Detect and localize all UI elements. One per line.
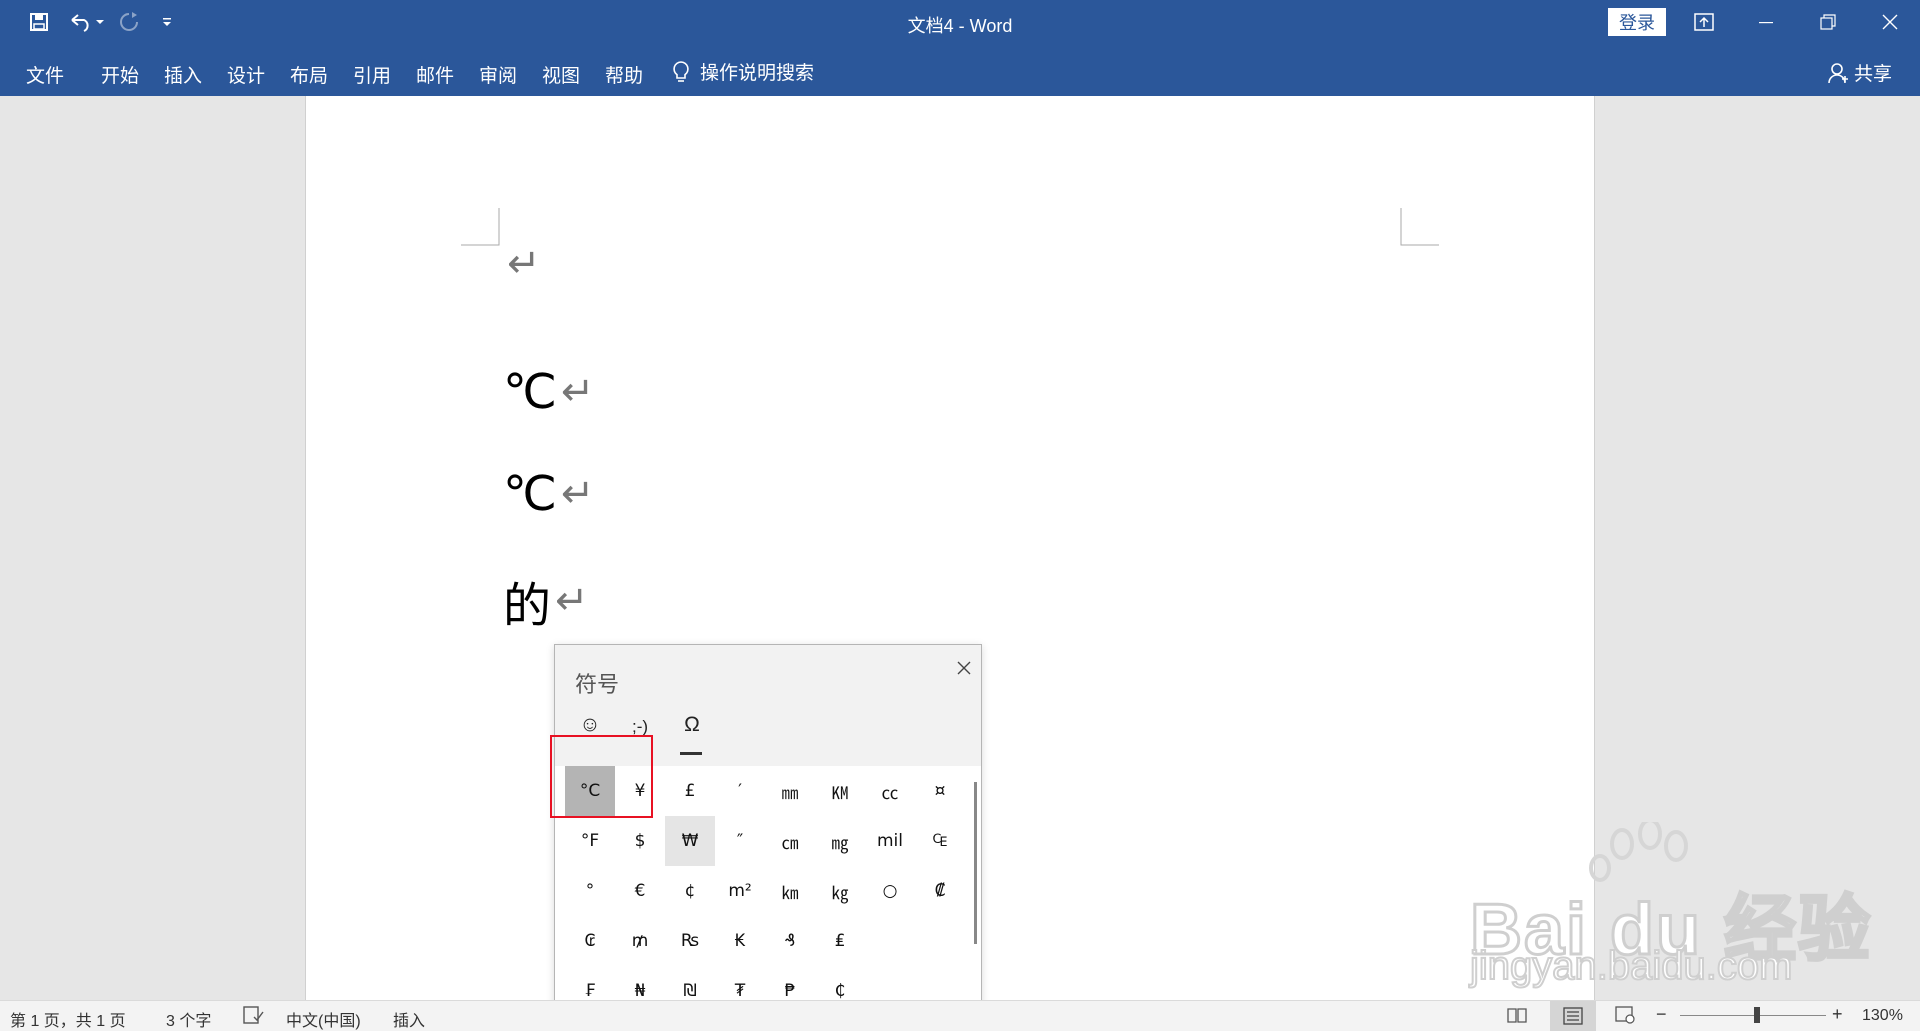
tab-home[interactable]: 开始 [101,61,139,88]
symbol-cell[interactable]: mil [865,816,915,866]
tab-review[interactable]: 审阅 [479,61,517,88]
paragraph-celsius-2[interactable]: ℃ ↵ [503,466,594,522]
symbol-cell[interactable]: ₥ [615,916,665,966]
symbol-cell[interactable]: °C [565,766,615,816]
web-layout-icon[interactable] [1614,1005,1636,1025]
symbol-cell[interactable]: ₤ [815,916,865,966]
symbol-cell[interactable]: ㎏ [815,866,865,916]
read-mode-icon[interactable] [1506,1005,1528,1025]
print-layout-button[interactable] [1550,1001,1596,1031]
symbol-cell[interactable]: ㏎ [815,766,865,816]
tab-insert[interactable]: 插入 [164,61,202,88]
symbol-cell[interactable]: ₩ [665,816,715,866]
symbol-cell[interactable]: °F [565,816,615,866]
symbol-cell[interactable]: £ [665,766,715,816]
tab-layout[interactable]: 布局 [290,61,328,88]
panel-close-icon[interactable] [951,655,977,681]
symbol-cell[interactable]: ₰ [765,916,815,966]
redo-icon[interactable] [116,10,142,34]
crop-mark-left [461,208,500,246]
symbol-cell[interactable]: ′ [715,766,765,816]
crop-mark-right [1400,208,1439,246]
zoom-level[interactable]: 130% [1862,1007,1903,1025]
zoom-slider-thumb[interactable] [1754,1007,1760,1023]
customize-icon[interactable] [158,10,176,34]
symbol-cell[interactable]: ₨ [665,916,715,966]
zoom-in-icon[interactable]: + [1832,1004,1843,1025]
paragraph-text: ℃ [503,466,557,522]
symbol-cell[interactable]: ₢ [565,916,615,966]
symbol-cell[interactable]: € [615,866,665,916]
print-layout-icon [1563,1007,1583,1025]
tab-mailings[interactable]: 邮件 [416,61,454,88]
symbol-cell[interactable]: ° [565,866,615,916]
symbol-cell[interactable]: m² [715,866,765,916]
zoom-out-icon[interactable]: − [1656,1004,1667,1025]
word-count[interactable]: 3 个字 [166,1007,211,1031]
person-icon [1828,62,1848,83]
tell-me-search[interactable]: 操作说明搜索 [672,58,814,85]
symbol-cell[interactable]: ○ [865,866,915,916]
symbol-cell[interactable]: ₡ [915,866,965,916]
symbol-cell[interactable]: ㎞ [765,866,815,916]
symbol-cell[interactable]: ¤ [915,766,965,816]
paragraph-mark: ↵ [560,471,595,517]
category-tab-emoji[interactable]: ☺ [575,713,605,737]
tab-view[interactable]: 视图 [542,61,580,88]
undo-icon[interactable] [66,10,106,34]
category-tab-kaomoji[interactable]: ;-) [623,717,657,737]
tab-design[interactable]: 设计 [227,61,265,88]
symbol-cell[interactable]: ₠ [915,816,965,866]
paragraph-mark: ↵ [555,578,589,624]
paragraph-de[interactable]: 的 ↵ [503,566,589,636]
close-icon[interactable] [1860,0,1920,44]
symbol-cell[interactable]: ㎝ [765,816,815,866]
paragraph-mark: ↵ [507,241,541,287]
tab-help[interactable]: 帮助 [605,61,643,88]
status-bar: 第 1 页，共 1 页 3 个字 中文(中国) 插入 − + 130% [0,1000,1920,1031]
symbol-cell[interactable]: ㏄ [865,766,915,816]
share-label: 共享 [1854,64,1893,85]
symbol-cell[interactable]: ¥ [615,766,665,816]
symbol-cell[interactable]: ㎜ [765,766,815,816]
symbol-panel: 符号 ☺ ;-) Ω °C ¥ £ ′ ㎜㏎㏄ ¤ °F $ ₩ ″ ㎝㎎ mil ₠ ° € ¢ m² ㎞㎏ ○ ₡… [554,644,982,1031]
symbol-cell[interactable]: ″ [715,816,765,866]
paragraph-mark: ↵ [560,369,595,415]
panel-title: 符号 [575,672,620,697]
ribbon-display-options-icon[interactable] [1674,0,1734,44]
share-button[interactable]: 共享 [1828,59,1892,86]
restore-icon[interactable] [1798,0,1858,44]
tab-references[interactable]: 引用 [353,61,391,88]
symbol-grid: °C ¥ £ ′ ㎜㏎㏄ ¤ °F $ ₩ ″ ㎝㎎ mil ₠ ° € ¢ m² ㎞㎏ ○ ₡ ₢ ₥ ₨ ₭ ₰ ₤ ₣ ₦ ₪ ₮ ₱… [555,766,981,1031]
paragraph-text: 的 [503,578,552,634]
category-tab-symbols[interactable]: Ω [677,713,707,737]
insert-mode[interactable]: 插入 [393,1007,425,1031]
ribbon-tab-bar: 文件 开始 插入 设计 布局 引用 邮件 审阅 视图 帮助 操作说明搜索 共享 [0,44,1920,96]
title-bar: 文档4 - Word 登录 [0,0,1920,44]
minimize-icon[interactable] [1736,0,1796,44]
tell-me-label: 操作说明搜索 [700,63,815,84]
zoom-slider-track[interactable] [1680,1015,1826,1016]
save-icon[interactable] [26,10,52,34]
paragraph-empty[interactable]: ↵ [503,241,541,287]
login-button[interactable]: 登录 [1608,8,1666,36]
symbol-cell[interactable]: $ [615,816,665,866]
symbol-cell[interactable]: ₭ [715,916,765,966]
symbol-cell[interactable]: ¢ [665,866,715,916]
lightbulb-icon [673,60,689,82]
paragraph-text: ℃ [503,364,557,420]
active-tab-indicator [680,752,702,755]
language-indicator[interactable]: 中文(中国) [286,1007,361,1031]
proofing-icon[interactable] [242,1005,264,1025]
paragraph-celsius-1[interactable]: ℃ ↵ [503,364,594,420]
tab-file[interactable]: 文件 [26,61,64,88]
grid-scrollbar[interactable] [974,782,977,944]
page-count[interactable]: 第 1 页，共 1 页 [10,1007,126,1031]
symbol-cell[interactable]: ㎎ [815,816,865,866]
